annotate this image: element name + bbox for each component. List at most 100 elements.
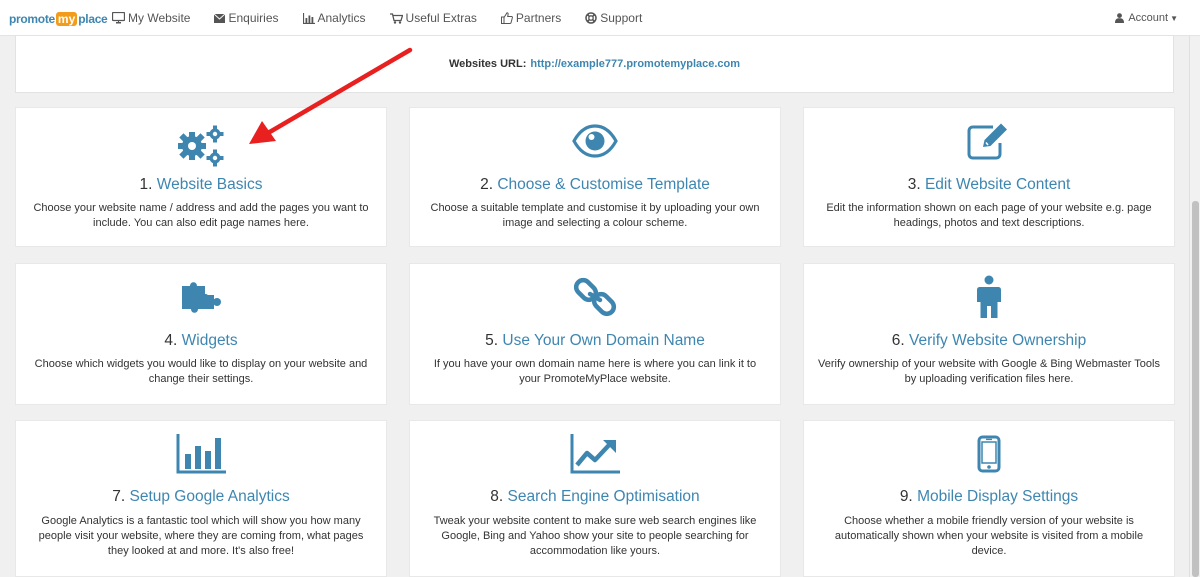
monitor-icon <box>112 12 125 24</box>
caret-down-icon: ▼ <box>1170 13 1178 23</box>
card-description-line: people visit your website, where they ar… <box>38 530 364 542</box>
card-description: If you have your own domain name here is… <box>422 357 768 387</box>
card-title: 5. Use Your Own Domain Name <box>410 332 780 350</box>
nav-item-label: Partners <box>515 11 562 25</box>
nav-item-my-website[interactable]: My Website <box>112 11 190 25</box>
card-description-line: If you have your own domain name here is… <box>433 358 757 370</box>
card-use-your-own-domain-name[interactable]: 5. Use Your Own Domain Name If you have … <box>409 263 781 405</box>
card-title-link[interactable]: Choose & Customise Template <box>497 176 710 193</box>
card-description-line: headings, photos and text descriptions. <box>893 217 1085 229</box>
nav-item-label: My Website <box>128 11 191 25</box>
promotemyplace-logo[interactable]: promote my place <box>9 9 108 29</box>
edit-icon <box>967 123 1007 160</box>
card-description-line: Choose your website name / address and a… <box>33 202 369 214</box>
card-title: 9. Mobile Display Settings <box>804 488 1174 506</box>
card-description-line: Choose which widgets you would like to d… <box>34 358 368 370</box>
card-title: 4. Widgets <box>16 332 386 350</box>
card-edit-website-content[interactable]: 3. Edit Website Content Edit the informa… <box>803 107 1175 247</box>
person-icon <box>977 275 1001 318</box>
card-title-link[interactable]: Widgets <box>182 332 238 349</box>
card-number: 9. <box>899 488 913 505</box>
card-description: Choose whether a mobile friendly version… <box>816 514 1162 559</box>
puzzle-icon <box>182 282 221 313</box>
card-choose-customise-template[interactable]: 2. Choose & Customise Template Choose a … <box>409 107 781 247</box>
card-description-line: Choose a suitable template and customise… <box>430 202 760 214</box>
card-search-engine-optimisation[interactable]: 8. Search Engine Optimisation Tweak your… <box>409 420 781 577</box>
card-number: 5. <box>485 332 499 349</box>
card-description-line: change their settings. <box>148 373 254 385</box>
card-title-link[interactable]: Use Your Own Domain Name <box>502 332 704 349</box>
page-scrollbar[interactable] <box>1189 36 1200 577</box>
card-description-line: Edit the information shown on each page … <box>826 202 1152 214</box>
top-navbar: promote my place My Website Enquiries An… <box>0 0 1200 36</box>
card-title-link[interactable]: Website Basics <box>157 176 263 193</box>
main-nav: My Website Enquiries Analytics Useful Ex… <box>112 0 666 36</box>
card-title: 2. Choose & Customise Template <box>410 176 780 194</box>
card-title: 6. Verify Website Ownership <box>804 332 1174 350</box>
nav-item-support[interactable]: Support <box>585 11 642 25</box>
card-description-line: Tweak your website content to make sure … <box>433 515 757 527</box>
nav-item-label: Support <box>600 11 643 25</box>
card-description: Edit the information shown on each page … <box>816 201 1162 231</box>
cart-icon <box>389 12 403 24</box>
card-number: 2. <box>480 176 494 193</box>
card-number: 8. <box>490 488 504 505</box>
card-title: 8. Search Engine Optimisation <box>410 488 780 506</box>
line-chart-icon <box>570 434 620 474</box>
account-label: Account <box>1128 12 1169 24</box>
nav-item-label: Enquiries <box>228 11 279 25</box>
thumbs-up-icon <box>500 12 513 24</box>
card-verify-website-ownership[interactable]: 6. Verify Website Ownership Verify owner… <box>803 263 1175 405</box>
card-setup-google-analytics[interactable]: 7. Setup Google Analytics Google Analyti… <box>15 420 387 577</box>
card-number: 4. <box>164 332 178 349</box>
card-widgets[interactable]: 4. Widgets Choose which widgets you woul… <box>15 263 387 405</box>
card-description: Choose which widgets you would like to d… <box>28 357 374 387</box>
logo-text-part2: my <box>55 12 78 26</box>
user-icon <box>1115 13 1125 23</box>
logo-text-part3: place <box>78 12 108 26</box>
card-number: 7. <box>112 488 126 505</box>
card-title: 3. Edit Website Content <box>804 176 1174 194</box>
nav-item-partners[interactable]: Partners <box>500 11 562 25</box>
website-url-panel: Websites URL: http://example777.promotem… <box>15 36 1174 93</box>
card-description-line: include. You can also edit page names he… <box>93 217 309 229</box>
card-description-line: Google, Bing and Yahoo show your site to… <box>441 530 749 542</box>
card-description-line: Choose whether a mobile friendly version… <box>844 515 1134 527</box>
mobile-icon <box>977 435 1001 473</box>
card-description: Choose your website name / address and a… <box>28 201 374 231</box>
card-website-basics[interactable]: 1. Website Basics Choose your website na… <box>15 107 387 247</box>
nav-item-analytics[interactable]: Analytics <box>302 11 366 25</box>
cogs-icon <box>178 125 224 167</box>
card-mobile-display-settings[interactable]: 9. Mobile Display Settings Choose whethe… <box>803 420 1175 577</box>
card-number: 1. <box>139 176 153 193</box>
bar-chart-icon <box>302 12 315 24</box>
nav-item-useful-extras[interactable]: Useful Extras <box>389 11 477 25</box>
card-description: Tweak your website content to make sure … <box>422 514 768 559</box>
card-title-link[interactable]: Verify Website Ownership <box>909 332 1086 349</box>
card-title-link[interactable]: Search Engine Optimisation <box>508 488 700 505</box>
envelope-icon <box>214 13 226 23</box>
card-description-line: device. <box>971 545 1007 557</box>
card-title-link[interactable]: Setup Google Analytics <box>129 488 289 505</box>
logo-text-part1: promote <box>9 12 55 26</box>
card-title-link[interactable]: Mobile Display Settings <box>917 488 1078 505</box>
link-icon <box>573 277 617 317</box>
nav-item-label: Useful Extras <box>405 11 477 25</box>
card-description-line: your PromoteMyPlace website. <box>519 373 671 385</box>
card-description: Google Analytics is a fantastic tool whi… <box>28 514 374 559</box>
card-title-link[interactable]: Edit Website Content <box>925 176 1070 193</box>
card-title: 7. Setup Google Analytics <box>16 488 386 506</box>
website-url-link[interactable]: http://example777.promotemyplace.com <box>530 58 740 70</box>
card-number: 3. <box>907 176 921 193</box>
scrollbar-thumb[interactable] <box>1192 201 1199 577</box>
nav-item-enquiries[interactable]: Enquiries <box>214 11 279 25</box>
account-menu[interactable]: Account ▼ <box>1115 0 1178 36</box>
card-title: 1. Website Basics <box>16 176 386 194</box>
card-description-line: by uploading verification files here. <box>904 373 1074 385</box>
card-description-line: they looked at and more. It's also free! <box>107 545 295 557</box>
bar-chart-icon <box>176 434 226 474</box>
card-description-line: automatically shown when your website is… <box>834 530 1144 542</box>
website-url-label: Websites URL: <box>448 58 527 70</box>
card-description-line: Verify ownership of your website with Go… <box>818 358 1160 370</box>
card-description: Choose a suitable template and customise… <box>422 201 768 231</box>
